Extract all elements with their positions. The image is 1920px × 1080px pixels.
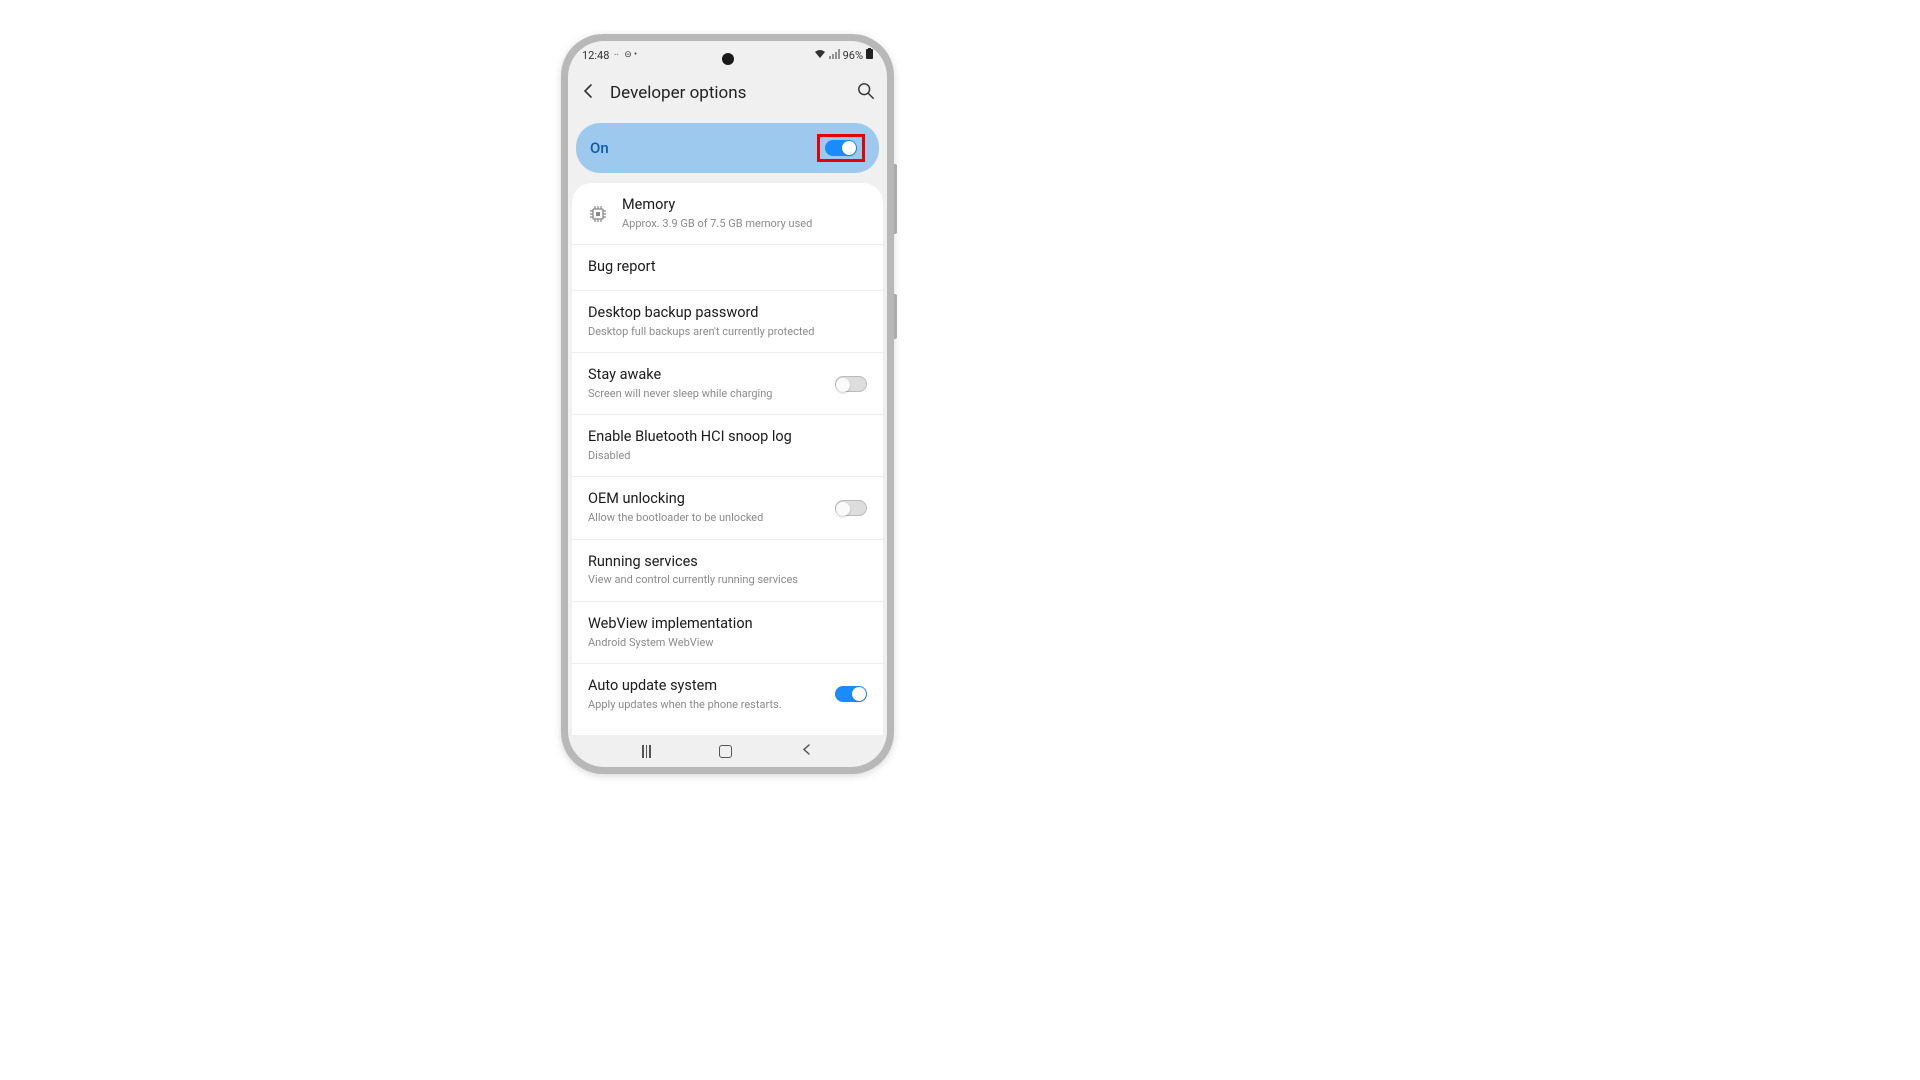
row-title: Stay awake: [588, 366, 821, 385]
status-time: 12:48: [582, 49, 609, 62]
page-title: Developer options: [610, 83, 843, 103]
nav-home-icon[interactable]: [719, 745, 732, 758]
stay-awake-toggle[interactable]: [835, 376, 867, 392]
battery-text: 96%: [843, 49, 863, 62]
auto-update-toggle[interactable]: [835, 686, 867, 702]
highlight-annotation: [817, 134, 865, 162]
row-title: Memory: [622, 196, 867, 215]
row-oem-unlocking[interactable]: OEM unlocking Allow the bootloader to be…: [572, 477, 883, 539]
row-title: Running services: [588, 553, 867, 572]
row-subtitle: Desktop full backups aren't currently pr…: [588, 325, 867, 339]
row-auto-update[interactable]: Auto update system Apply updates when th…: [572, 664, 883, 725]
master-toggle-row[interactable]: On: [576, 123, 879, 173]
row-subtitle: Screen will never sleep while charging: [588, 387, 821, 401]
master-toggle-switch[interactable]: [825, 140, 857, 156]
signal-icon: [829, 49, 840, 62]
row-subtitle: Android System WebView: [588, 636, 867, 650]
row-desktop-backup[interactable]: Desktop backup password Desktop full bac…: [572, 291, 883, 353]
camera-cutout: [722, 53, 734, 65]
row-subtitle: Disabled: [588, 449, 867, 463]
status-app-icon: ⊝ •: [624, 50, 637, 60]
row-title: WebView implementation: [588, 615, 867, 634]
oem-unlocking-toggle[interactable]: [835, 500, 867, 516]
row-bug-report[interactable]: Bug report: [572, 245, 883, 291]
row-subtitle: Approx. 3.9 GB of 7.5 GB memory used: [622, 217, 867, 231]
row-bluetooth-hci[interactable]: Enable Bluetooth HCI snoop log Disabled: [572, 415, 883, 477]
row-title: Desktop backup password: [588, 304, 867, 323]
battery-icon: [866, 48, 873, 62]
row-stay-awake[interactable]: Stay awake Screen will never sleep while…: [572, 353, 883, 415]
row-title: Bug report: [588, 258, 867, 277]
row-title: Auto update system: [588, 677, 821, 696]
status-indicators-icon: ⠒: [613, 51, 620, 60]
navigation-bar: [568, 735, 887, 767]
nav-back-icon[interactable]: [800, 742, 813, 760]
row-webview[interactable]: WebView implementation Android System We…: [572, 602, 883, 664]
row-running-services[interactable]: Running services View and control curren…: [572, 540, 883, 602]
row-title: Enable Bluetooth HCI snoop log: [588, 428, 867, 447]
row-subtitle: Apply updates when the phone restarts.: [588, 698, 821, 712]
page-header: Developer options: [568, 69, 887, 117]
memory-icon: [588, 204, 608, 224]
row-subtitle: Allow the bootloader to be unlocked: [588, 511, 821, 525]
back-icon[interactable]: [580, 83, 596, 104]
nav-recent-icon[interactable]: [642, 745, 651, 758]
wifi-icon: [814, 49, 826, 62]
row-title: OEM unlocking: [588, 490, 821, 509]
master-toggle-label: On: [590, 139, 609, 157]
search-icon[interactable]: [857, 82, 875, 104]
settings-list: Memory Approx. 3.9 GB of 7.5 GB memory u…: [572, 183, 883, 735]
row-subtitle: View and control currently running servi…: [588, 573, 867, 587]
phone-frame: 12:48 ⠒ ⊝ • 96% Developer op: [561, 34, 894, 774]
row-memory[interactable]: Memory Approx. 3.9 GB of 7.5 GB memory u…: [572, 183, 883, 245]
phone-screen: 12:48 ⠒ ⊝ • 96% Developer op: [568, 41, 887, 767]
